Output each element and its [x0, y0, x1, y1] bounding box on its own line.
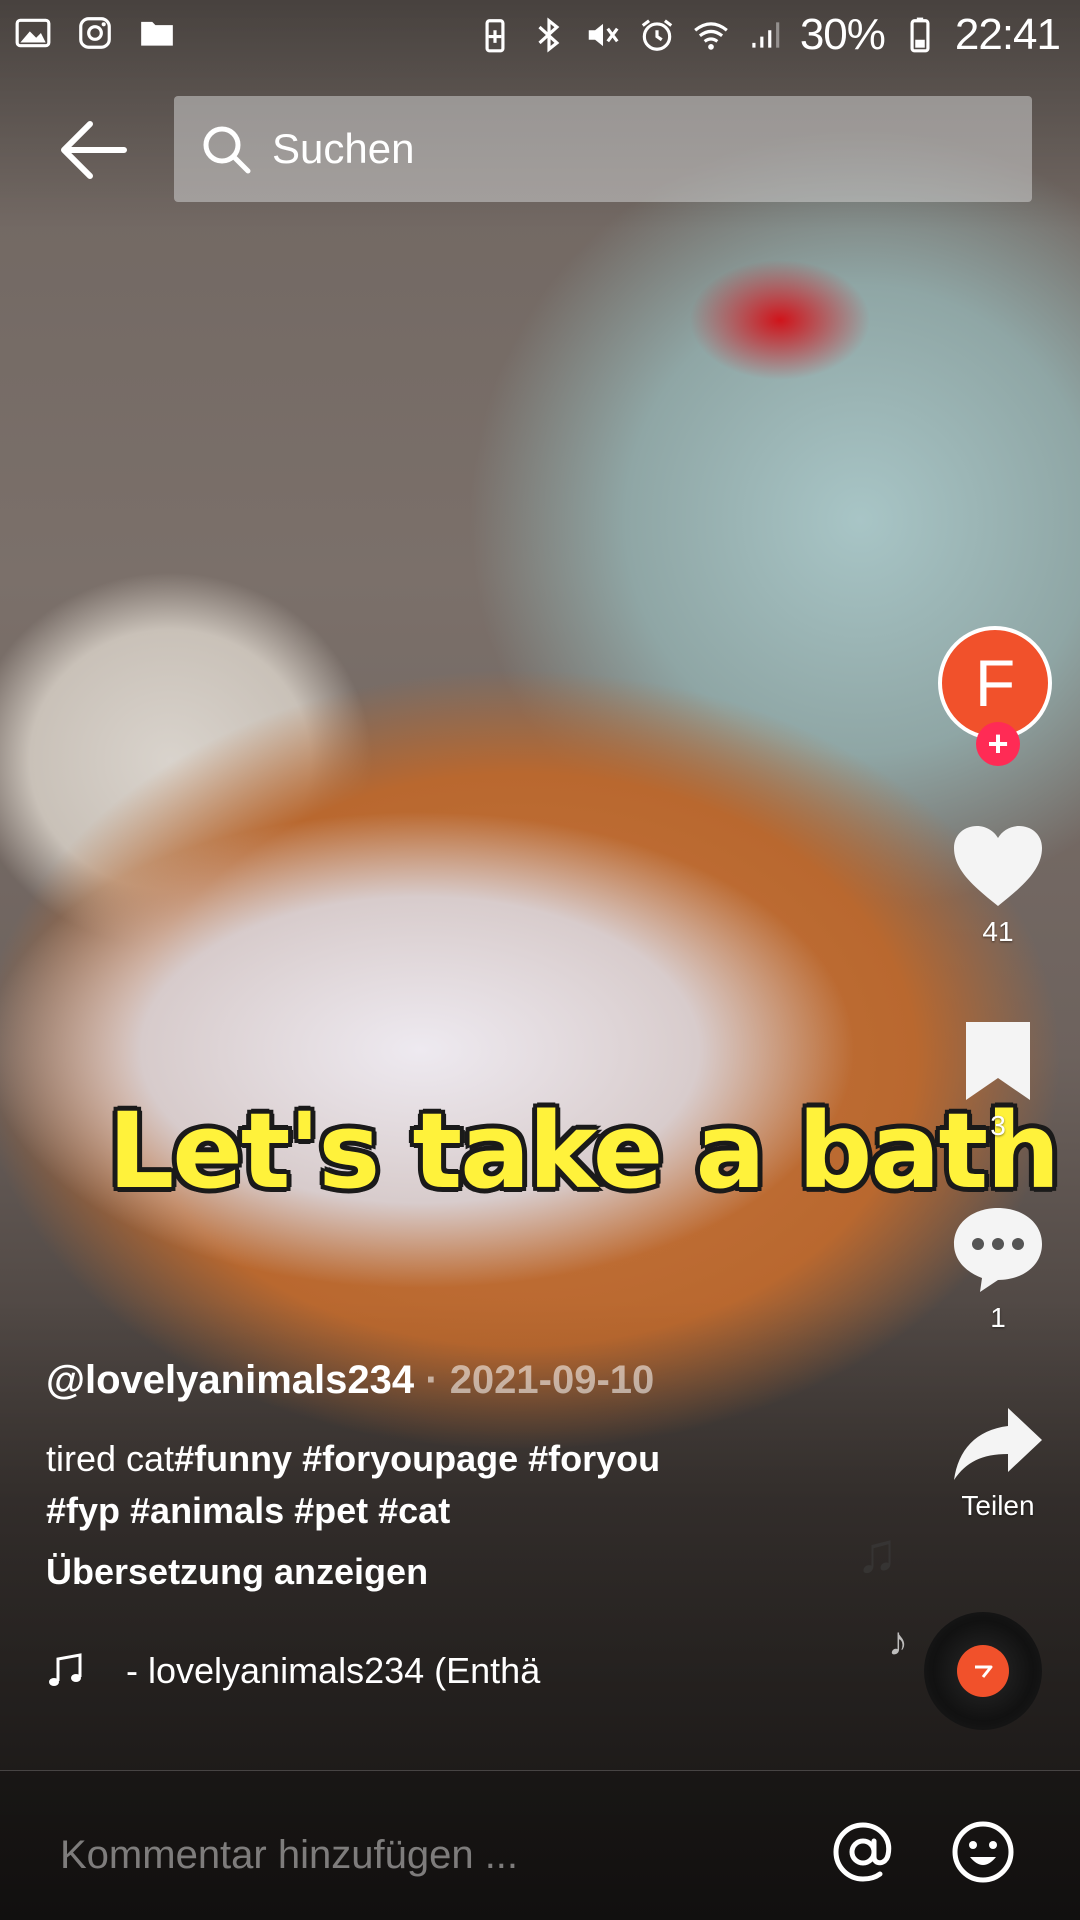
- music-note-icon: ♫: [856, 1521, 898, 1584]
- share-label: Teilen: [961, 1490, 1035, 1521]
- music-info[interactable]: - lovelyanimals234 (Enthä: [46, 1650, 576, 1692]
- search-placeholder: Suchen: [272, 125, 415, 172]
- tiktok-logo-icon: [975, 1665, 993, 1678]
- battery-saver-icon: [485, 19, 505, 53]
- comment-bubble-icon: [954, 1208, 1042, 1292]
- status-bar: 30% 22:41: [0, 0, 1080, 72]
- save-count: 3: [990, 1110, 1006, 1141]
- comment-input[interactable]: Kommentar hinzufügen ...: [60, 1833, 518, 1878]
- search-icon: [203, 126, 251, 174]
- music-note-icon: ♪: [888, 1620, 908, 1664]
- comment-bar: Kommentar hinzufügen ...: [0, 1770, 1080, 1920]
- post-description: tired cat#funny #foryoupage #foryou #fyp…: [46, 1433, 766, 1537]
- hashtags[interactable]: #funny #foryoupage #foryou: [174, 1438, 660, 1479]
- mute-icon: [588, 23, 619, 47]
- post-info: @lovelyanimals234 · 2021-09-10 tired cat…: [46, 1358, 766, 1593]
- video-caption-overlay: Let's take a bath: [108, 1090, 1060, 1212]
- post-date: 2021-09-10: [449, 1358, 655, 1402]
- author-username[interactable]: @lovelyanimals234: [46, 1358, 414, 1402]
- gallery-icon: [15, 18, 51, 48]
- sound-disc[interactable]: [924, 1612, 1042, 1730]
- video-feed-screen[interactable]: 30% 22:41 Suchen Let's take a bath F + 4…: [0, 0, 1080, 1920]
- author-line: @lovelyanimals234 · 2021-09-10: [46, 1358, 766, 1403]
- sound-disc-logo: [957, 1645, 1009, 1697]
- like-button[interactable]: 41: [946, 822, 1050, 948]
- battery-icon: [910, 17, 930, 53]
- share-button[interactable]: Teilen: [946, 1404, 1050, 1522]
- comment-count: 1: [990, 1302, 1006, 1333]
- bookmark-icon: [966, 1022, 1030, 1100]
- alarm-icon: [641, 19, 673, 51]
- search-input[interactable]: Suchen: [174, 96, 1032, 202]
- avatar-letter: F: [974, 646, 1016, 720]
- hashtags[interactable]: #fyp #animals #pet #cat: [46, 1490, 450, 1531]
- music-title: - lovelyanimals234 (Enthä: [126, 1650, 541, 1691]
- description-text: tired cat: [46, 1438, 175, 1479]
- clock: 22:41: [954, 10, 1061, 59]
- bluetooth-icon: [538, 17, 560, 53]
- follow-button[interactable]: +: [976, 722, 1020, 766]
- mention-icon[interactable]: [830, 1819, 896, 1885]
- wifi-icon: [693, 22, 728, 50]
- instagram-icon: [79, 17, 111, 49]
- show-translation-link[interactable]: Übersetzung anzeigen: [46, 1551, 766, 1593]
- save-button[interactable]: 3: [946, 1018, 1050, 1142]
- signal-icon: [752, 22, 780, 48]
- share-arrow-icon: [954, 1408, 1042, 1480]
- emoji-icon[interactable]: [950, 1819, 1016, 1885]
- battery-percent: 30%: [799, 10, 886, 59]
- heart-icon: [954, 826, 1042, 906]
- comment-button[interactable]: 1: [946, 1204, 1050, 1334]
- folder-icon: [141, 21, 173, 46]
- date-separator: ·: [425, 1358, 439, 1402]
- back-arrow-icon[interactable]: [58, 118, 128, 182]
- like-count: 41: [982, 916, 1014, 947]
- music-note-icon: [49, 1653, 82, 1686]
